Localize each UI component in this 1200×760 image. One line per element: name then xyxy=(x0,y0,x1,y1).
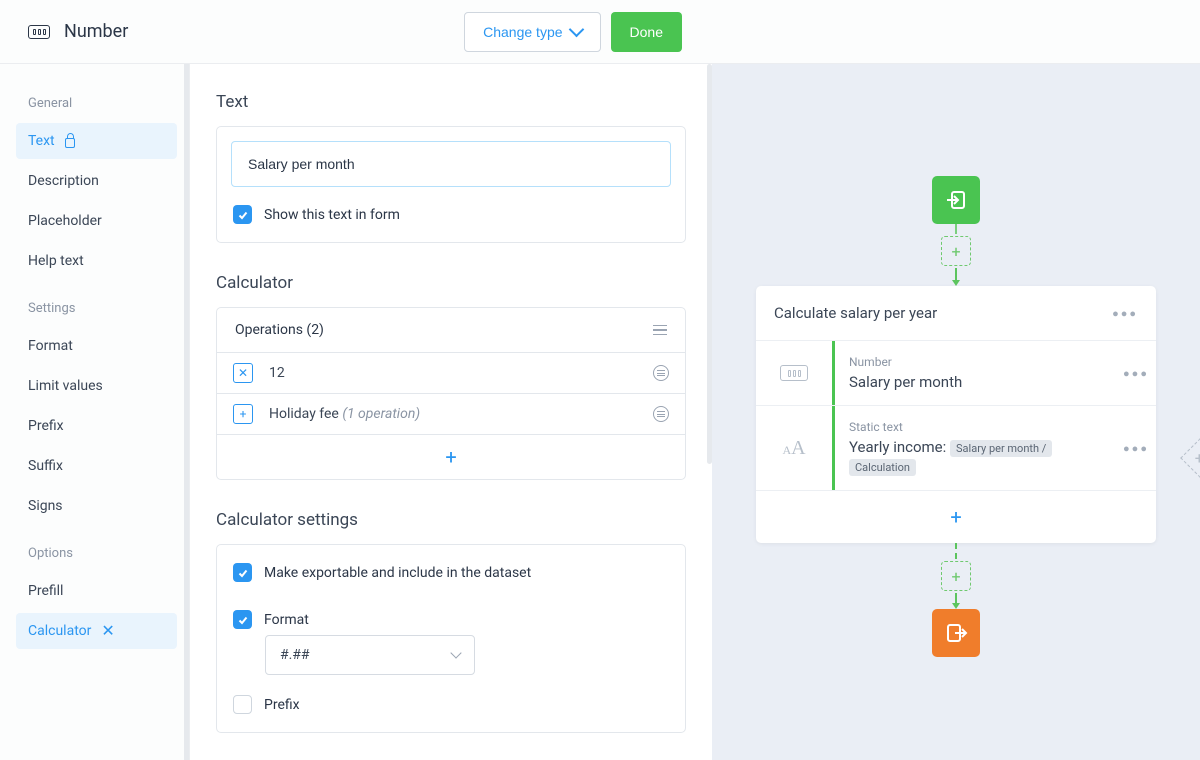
lock-icon xyxy=(65,138,75,148)
sidebar-item-helptext[interactable]: Help text xyxy=(16,243,177,279)
sidebar-item-calculator[interactable]: Calculator ✕ xyxy=(16,613,177,649)
sidebar-item-label: Suffix xyxy=(28,458,63,474)
chevron-down-icon xyxy=(568,22,584,38)
flow-canvas[interactable]: + Calculate salary per year ●●● Number S… xyxy=(712,64,1200,760)
page-title: Number xyxy=(64,21,128,42)
sidebar-item-description[interactable]: Description xyxy=(16,163,177,199)
sidebar-item-label: Description xyxy=(28,173,99,189)
exportable-checkbox[interactable] xyxy=(233,563,252,582)
calc-settings-panel: Make exportable and include in the datas… xyxy=(216,544,686,733)
operation-row[interactable]: ✕ 12 xyxy=(217,353,685,394)
add-step-button[interactable]: + xyxy=(941,236,971,266)
add-branch-button[interactable]: + xyxy=(1180,438,1200,478)
prefix-label: Prefix xyxy=(264,697,300,713)
sidebar-item-label: Help text xyxy=(28,253,84,269)
sidebar-item-limit[interactable]: Limit values xyxy=(16,368,177,404)
operation-label: Holiday fee (1 operation) xyxy=(269,406,637,422)
card-row[interactable]: AA Static text Yearly income: Salary per… xyxy=(756,406,1156,491)
flow-card[interactable]: Calculate salary per year ●●● Number Sal… xyxy=(756,286,1156,543)
operations-label: Operations (2) xyxy=(235,322,324,338)
plus-icon: + xyxy=(445,447,456,467)
sidebar-item-format[interactable]: Format xyxy=(16,328,177,364)
sidebar-item-label: Limit values xyxy=(28,378,103,394)
sidebar-section-options: Options xyxy=(28,546,165,561)
sidebar-item-prefill[interactable]: Prefill xyxy=(16,573,177,609)
sidebar-item-label: Text xyxy=(28,133,55,149)
sidebar-item-signs[interactable]: Signs xyxy=(16,488,177,524)
add-step-button[interactable]: + xyxy=(941,561,971,591)
format-select[interactable]: #.## xyxy=(265,635,475,675)
sidebar: General Text Description Placeholder Hel… xyxy=(0,64,190,760)
row-title: Salary per month xyxy=(849,373,1104,391)
binding-chip: Calculation xyxy=(849,459,916,476)
flow-end-node[interactable] xyxy=(932,609,980,657)
sidebar-item-label: Prefix xyxy=(28,418,64,434)
header: Number Change type Done xyxy=(0,0,1200,64)
text-field-icon: AA xyxy=(782,437,805,460)
card-title: Calculate salary per year xyxy=(774,304,937,322)
show-in-form-checkbox[interactable] xyxy=(233,205,252,224)
change-type-label: Change type xyxy=(483,24,562,40)
flow-start-node[interactable] xyxy=(932,176,980,224)
done-button[interactable]: Done xyxy=(611,12,682,52)
sidebar-item-label: Format xyxy=(28,338,73,354)
menu-icon[interactable] xyxy=(653,325,667,336)
text-panel: Show this text in form xyxy=(216,126,686,243)
main-panel: Text Show this text in form Calculator O… xyxy=(190,64,712,760)
drag-handle-icon[interactable] xyxy=(653,406,669,422)
close-icon[interactable]: ✕ xyxy=(101,623,114,639)
calculator-panel: Operations (2) ✕ 12 + Holiday fee (1 ope… xyxy=(216,307,686,480)
sidebar-section-settings: Settings xyxy=(28,301,165,316)
chevron-down-icon xyxy=(450,647,461,658)
card-row[interactable]: Number Salary per month ●●● xyxy=(756,341,1156,406)
change-type-button[interactable]: Change type xyxy=(464,12,600,52)
more-icon[interactable]: ●●● xyxy=(1112,307,1138,320)
operations-header[interactable]: Operations (2) xyxy=(217,308,685,353)
drag-handle-icon[interactable] xyxy=(653,365,669,381)
done-label: Done xyxy=(630,24,663,40)
add-operation-button[interactable]: + xyxy=(217,435,685,479)
show-in-form-label: Show this text in form xyxy=(264,207,400,223)
sidebar-item-text[interactable]: Text xyxy=(16,123,177,159)
section-title-text: Text xyxy=(216,92,686,112)
sidebar-item-label: Calculator xyxy=(28,623,91,639)
format-checkbox[interactable] xyxy=(233,610,252,629)
sidebar-item-placeholder[interactable]: Placeholder xyxy=(16,203,177,239)
row-kicker: Number xyxy=(849,355,1104,369)
format-value: #.## xyxy=(280,647,310,663)
section-title-calculator: Calculator xyxy=(216,273,686,293)
sidebar-item-prefix[interactable]: Prefix xyxy=(16,408,177,444)
more-icon[interactable]: ●●● xyxy=(1123,367,1149,380)
exportable-label: Make exportable and include in the datas… xyxy=(264,565,531,581)
format-label: Format xyxy=(264,612,309,628)
prefix-checkbox[interactable] xyxy=(233,695,252,714)
sidebar-item-label: Prefill xyxy=(28,583,63,599)
more-icon[interactable]: ●●● xyxy=(1123,442,1149,455)
operation-row[interactable]: + Holiday fee (1 operation) xyxy=(217,394,685,435)
sidebar-item-suffix[interactable]: Suffix xyxy=(16,448,177,484)
multiply-icon: ✕ xyxy=(233,363,253,383)
section-title-calc-settings: Calculator settings xyxy=(216,510,686,530)
plus-icon: + xyxy=(233,404,253,424)
operation-label: 12 xyxy=(269,365,637,381)
sidebar-section-general: General xyxy=(28,96,165,111)
row-title: Yearly income: Salary per month / Calcul… xyxy=(849,438,1104,476)
row-kicker: Static text xyxy=(849,420,1104,434)
sidebar-item-label: Placeholder xyxy=(28,213,102,229)
sidebar-item-label: Signs xyxy=(28,498,63,514)
number-field-icon xyxy=(28,25,50,39)
text-input[interactable] xyxy=(231,141,671,187)
number-field-icon xyxy=(780,365,808,381)
add-field-button[interactable]: + xyxy=(756,491,1156,543)
binding-chip: Salary per month / xyxy=(950,440,1052,457)
